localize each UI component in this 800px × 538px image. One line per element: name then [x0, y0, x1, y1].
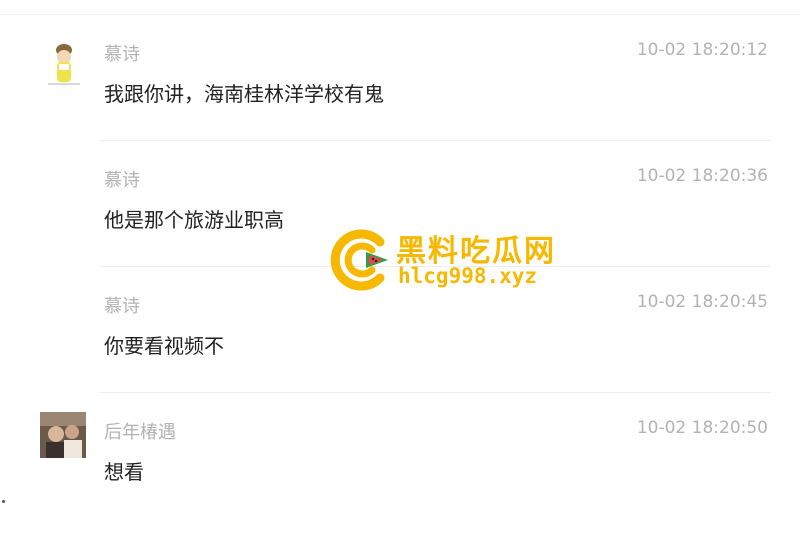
message-item[interactable]: 慕诗 10-02 18:20:45 你要看视频不 — [0, 292, 800, 412]
message-divider — [100, 392, 770, 393]
watermark: 黑料吃瓜网 hlcg998.xyz — [330, 226, 560, 296]
message-text: 想看 — [104, 460, 144, 484]
watermelon-logo-icon — [330, 229, 388, 291]
message-timestamp: 10-02 18:20:12 — [636, 40, 768, 60]
watermark-url: hlcg998.xyz — [398, 264, 538, 288]
photo-avatar-icon — [40, 412, 86, 458]
stray-dot — [2, 500, 5, 503]
top-divider — [0, 14, 800, 15]
message-timestamp: 10-02 18:20:36 — [636, 166, 768, 186]
message-text: 我跟你讲，海南桂林洋学校有鬼 — [104, 82, 384, 106]
message-text: 你要看视频不 — [104, 334, 224, 358]
message-divider — [100, 140, 770, 141]
sender-name: 后年椿遇 — [104, 422, 176, 443]
message-timestamp: 10-02 18:20:50 — [636, 418, 768, 438]
message-timestamp: 10-02 18:20:45 — [636, 292, 768, 312]
message-text: 他是那个旅游业职高 — [104, 208, 284, 232]
message-item[interactable]: 慕诗 10-02 18:20:12 我跟你讲，海南桂林洋学校有鬼 — [0, 40, 800, 160]
message-item[interactable]: 后年椿遇 10-02 18:20:50 想看 — [0, 412, 800, 538]
sender-name: 慕诗 — [104, 44, 140, 65]
sender-name: 慕诗 — [104, 296, 140, 317]
avatar[interactable] — [40, 412, 86, 458]
sender-name: 慕诗 — [104, 170, 140, 191]
avatar[interactable] — [40, 40, 86, 86]
cartoon-avatar-icon — [40, 40, 86, 86]
